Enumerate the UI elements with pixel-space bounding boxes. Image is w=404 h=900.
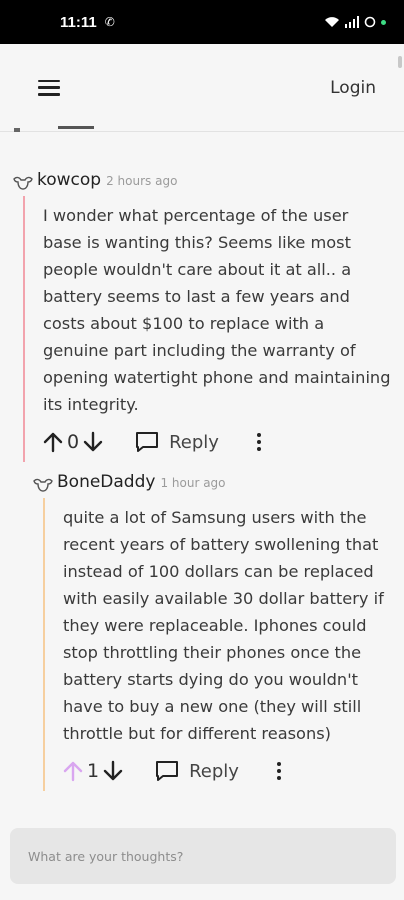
scrollbar[interactable] xyxy=(398,56,402,68)
menu-icon[interactable] xyxy=(38,79,60,96)
comment-header: kowcop 2 hours ago xyxy=(12,170,392,196)
reply-button[interactable]: Reply xyxy=(135,431,219,453)
signal-icon xyxy=(345,16,359,28)
upvote-icon-active[interactable] xyxy=(63,760,83,782)
comment-actions: 0 Reply xyxy=(43,422,392,462)
previous-comment-actions-clipped xyxy=(14,118,104,132)
comment-timestamp: 1 hour ago xyxy=(160,476,226,490)
status-bar: 11:11 ✆ xyxy=(0,0,404,44)
comment-actions: 1 Reply xyxy=(63,751,396,791)
comment-author[interactable]: kowcop xyxy=(37,170,101,190)
reply-button[interactable]: Reply xyxy=(155,760,239,782)
comment-bubble-icon xyxy=(156,761,179,781)
downvote-icon[interactable] xyxy=(103,760,123,782)
thread-line: I wonder what percentage of the user bas… xyxy=(23,196,392,462)
phone-call-icon: ✆ xyxy=(104,15,115,29)
login-button[interactable]: Login xyxy=(330,78,376,98)
avatar-icon xyxy=(13,176,33,190)
comment-input[interactable] xyxy=(10,828,396,884)
comment: kowcop 2 hours ago I wonder what percent… xyxy=(12,170,392,462)
status-time: 11:11 xyxy=(60,13,97,31)
comment-text: I wonder what percentage of the user bas… xyxy=(43,206,391,414)
reply-label: Reply xyxy=(189,760,239,782)
reply-label: Reply xyxy=(169,431,219,453)
comment-header: BoneDaddy 1 hour ago xyxy=(32,472,396,498)
comment: BoneDaddy 1 hour ago quite a lot of Sams… xyxy=(32,472,396,791)
sync-icon xyxy=(364,16,376,28)
more-options-icon[interactable] xyxy=(253,431,265,453)
comment-author[interactable]: BoneDaddy xyxy=(57,472,155,492)
upvote-icon[interactable] xyxy=(43,431,63,453)
privacy-indicator-dot xyxy=(381,19,386,25)
more-options-icon[interactable] xyxy=(273,760,285,782)
comment-text: quite a lot of Samsung users with the re… xyxy=(63,508,384,743)
comment-bubble-icon xyxy=(136,432,159,452)
status-icons xyxy=(324,16,386,28)
downvote-icon[interactable] xyxy=(83,431,103,453)
wifi-icon xyxy=(325,17,339,27)
avatar-icon xyxy=(33,478,53,492)
thread-line: quite a lot of Samsung users with the re… xyxy=(43,498,396,791)
vote-score: 1 xyxy=(87,760,100,782)
vote-score: 0 xyxy=(67,431,80,453)
comment-timestamp: 2 hours ago xyxy=(106,174,178,188)
